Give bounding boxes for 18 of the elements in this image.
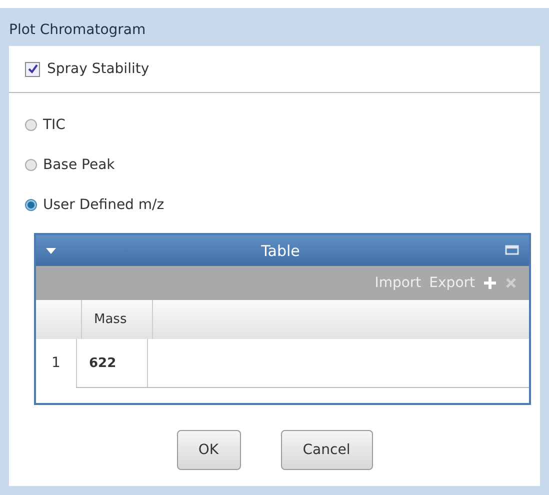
window-title: Plot Chromatogram bbox=[9, 21, 147, 40]
dialog-button[interactable]: OK bbox=[176, 430, 240, 470]
window-icon[interactable] bbox=[505, 244, 519, 256]
checkbox[interactable] bbox=[25, 62, 40, 76]
collapse-arrow-icon[interactable] bbox=[46, 248, 56, 254]
radio-label: Base Peak bbox=[43, 157, 115, 173]
radio-button[interactable] bbox=[25, 199, 37, 211]
radio-button[interactable] bbox=[25, 119, 37, 131]
table-cell[interactable]: 622 bbox=[76, 339, 148, 387]
radio-label: User Defined m/z bbox=[43, 197, 164, 213]
radio-button[interactable] bbox=[25, 159, 37, 171]
checkbox-label: Spray Stability bbox=[47, 61, 150, 77]
panel-title: Table bbox=[260, 242, 301, 260]
dialog-button[interactable]: Cancel bbox=[280, 430, 372, 470]
row-number: 1 bbox=[50, 354, 62, 373]
column-header[interactable]: Mass bbox=[81, 300, 153, 339]
radio-label: TIC bbox=[43, 117, 66, 133]
plus-icon[interactable] bbox=[483, 276, 497, 290]
